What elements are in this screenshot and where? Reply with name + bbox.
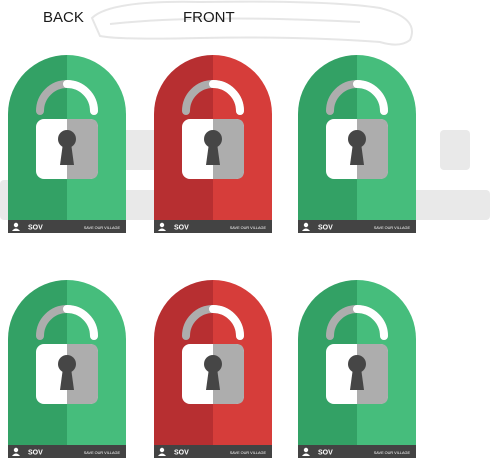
footer-brand: SOV: [28, 225, 43, 232]
footer-tagline: SAVE OUR VILLAGE: [374, 451, 411, 455]
padlock-icon: SOV SAVE OUR VILLAGE: [298, 280, 416, 458]
padlock-card-green: SOV SAVE OUR VILLAGE: [8, 55, 126, 233]
footer-tagline: SAVE OUR VILLAGE: [84, 226, 121, 230]
padlock-card-red: SOV SAVE OUR VILLAGE: [154, 280, 272, 458]
footer-tagline: SAVE OUR VILLAGE: [230, 451, 267, 455]
padlock-card-green: SOV SAVE OUR VILLAGE: [298, 280, 416, 458]
padlock-card-green: SOV SAVE OUR VILLAGE: [298, 55, 416, 233]
footer-tagline: SAVE OUR VILLAGE: [84, 451, 121, 455]
footer-brand: SOV: [174, 225, 189, 232]
padlock-icon: SOV SAVE OUR VILLAGE: [298, 55, 416, 233]
footer-brand: SOV: [28, 450, 43, 457]
footer-brand: SOV: [174, 450, 189, 457]
padlock-icon: SOV SAVE OUR VILLAGE: [154, 280, 272, 458]
front-label: FRONT: [183, 9, 235, 26]
footer-brand: SOV: [318, 450, 333, 457]
back-label: BACK: [43, 9, 84, 26]
footer-tagline: SAVE OUR VILLAGE: [230, 226, 267, 230]
footer-brand: SOV: [318, 225, 333, 232]
padlock-icon: SOV SAVE OUR VILLAGE: [154, 55, 272, 233]
footer-tagline: SAVE OUR VILLAGE: [374, 226, 411, 230]
padlock-icon: SOV SAVE OUR VILLAGE: [8, 55, 126, 233]
padlock-card-red: SOV SAVE OUR VILLAGE: [154, 55, 272, 233]
padlock-icon: SOV SAVE OUR VILLAGE: [8, 280, 126, 458]
padlock-card-green: SOV SAVE OUR VILLAGE: [8, 280, 126, 458]
